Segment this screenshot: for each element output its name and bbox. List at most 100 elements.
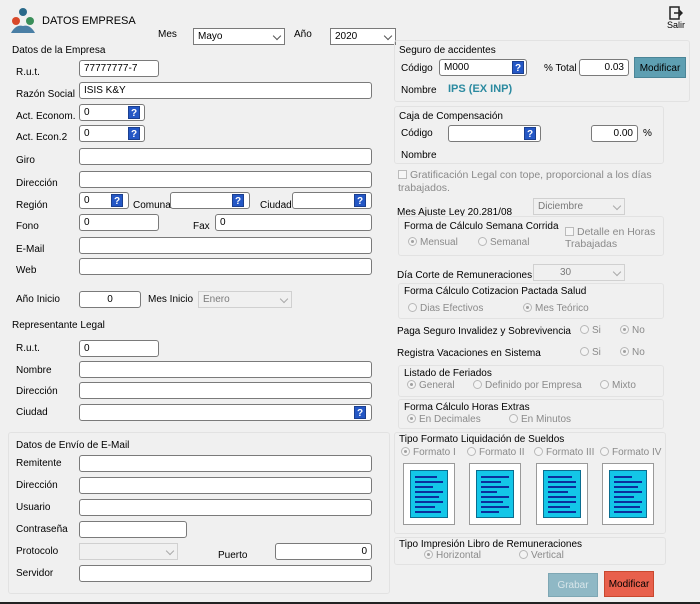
registra-no-label: No <box>632 347 645 358</box>
exit-button[interactable]: Salir <box>664 6 688 34</box>
caja-pct-input[interactable]: 0.00 <box>591 125 638 142</box>
detalle-horas-check-box <box>565 227 574 236</box>
radio-mes-teorico[interactable]: Mes Teórico <box>523 303 589 315</box>
radio-formato-1[interactable]: Formato I <box>401 447 456 459</box>
dia-corte-select[interactable]: 30 <box>533 264 625 281</box>
formato-3-preview-icon[interactable] <box>536 463 588 525</box>
servidor-input[interactable] <box>79 565 372 582</box>
act-econom-help-icon[interactable]: ? <box>128 106 140 119</box>
fax-input[interactable]: 0 <box>215 214 372 231</box>
radio-registra-no[interactable]: No <box>620 347 645 359</box>
radio-feriados-general[interactable]: General <box>407 380 455 392</box>
exit-door-icon <box>669 6 683 20</box>
libro-horizontal-label: Horizontal <box>436 550 482 561</box>
mes-select-value: Mayo <box>198 31 223 42</box>
envio-direccion-input[interactable] <box>79 477 372 494</box>
formato-2-preview-icon[interactable] <box>469 463 521 525</box>
grabar-button[interactable]: Grabar <box>548 573 598 597</box>
rep-rut-label: R.u.t. <box>16 343 40 354</box>
formato-4-preview-icon[interactable] <box>602 463 654 525</box>
radio-semanal[interactable]: Semanal <box>478 237 529 249</box>
direccion-label: Dirección <box>16 178 58 189</box>
radio-mensual[interactable]: Mensual <box>408 237 458 249</box>
remitente-label: Remitente <box>16 458 62 469</box>
seguro-pct-label: % Total <box>544 63 577 74</box>
ano-inicio-label: Año Inicio <box>16 294 60 305</box>
fono-label: Fono <box>16 221 39 232</box>
ano-select-value: 2020 <box>335 31 358 42</box>
puerto-input[interactable]: 0 <box>275 543 372 560</box>
rep-rut-input[interactable]: 0 <box>79 340 159 357</box>
radio-libro-horizontal[interactable]: Horizontal <box>424 550 481 562</box>
formato-2-label: Formato II <box>479 447 525 458</box>
usuario-input[interactable] <box>79 499 372 516</box>
radio-semanal-label: Semanal <box>490 237 530 248</box>
modificar-button[interactable]: Modificar <box>604 571 654 597</box>
rep-nombre-input[interactable] <box>79 361 372 378</box>
empresa-section-title: Datos de la Empresa <box>12 45 106 56</box>
protocolo-select[interactable] <box>79 543 178 560</box>
mes-select[interactable]: Mayo <box>193 28 285 45</box>
act-econ2-help-icon[interactable]: ? <box>128 127 140 140</box>
radio-registra-si[interactable]: Si <box>580 347 601 359</box>
comuna-label: Comuna <box>133 200 171 211</box>
caja-section-title: Caja de Compensación <box>399 111 503 122</box>
feriados-mixto-label: Mixto <box>612 380 636 391</box>
direccion-input[interactable] <box>79 171 372 188</box>
seguro-pct-input[interactable]: 0.03 <box>579 59 629 76</box>
radio-paga-seguro-no[interactable]: No <box>620 325 645 337</box>
radio-formato-4[interactable]: Formato IV <box>600 447 661 459</box>
rep-direccion-input[interactable] <box>79 382 372 399</box>
puerto-label: Puerto <box>218 550 248 561</box>
mes-ajuste-select[interactable]: Diciembre <box>533 198 625 215</box>
act-econ2-label: Act. Econ.2 <box>16 132 68 143</box>
seguro-nombre-value: IPS (EX INP) <box>448 83 513 95</box>
paga-seguro-label: Paga Seguro Invalidez y Sobrevivencia <box>397 326 571 337</box>
remitente-input[interactable] <box>79 455 372 472</box>
seguro-modificar-button[interactable]: Modificar <box>634 57 686 78</box>
horas-extras-title: Forma Cálculo Horas Extras <box>404 402 530 413</box>
radio-horas-decimales[interactable]: En Decimales <box>407 414 481 426</box>
razon-social-label: Razón Social <box>16 89 75 100</box>
detalle-horas-checkbox[interactable]: Detalle en Horas Trabajadas <box>565 226 665 250</box>
email-input[interactable] <box>79 237 372 254</box>
formato-1-preview-icon[interactable] <box>403 463 455 525</box>
paga-seguro-si-label: Si <box>592 325 601 336</box>
radio-dias-efectivos[interactable]: Dias Efectivos <box>408 303 483 315</box>
rep-ciudad-input[interactable] <box>79 404 372 421</box>
servidor-label: Servidor <box>16 568 54 579</box>
fono-input[interactable]: 0 <box>79 214 159 231</box>
ciudad-help-icon[interactable]: ? <box>354 194 366 207</box>
caja-codigo-label: Código <box>401 128 433 139</box>
ciudad-label: Ciudad <box>260 200 292 211</box>
radio-paga-seguro-si[interactable]: Si <box>580 325 601 337</box>
rep-ciudad-help-icon[interactable]: ? <box>354 406 366 419</box>
radio-formato-3[interactable]: Formato III <box>534 447 594 459</box>
rut-input[interactable]: 77777777-7 <box>79 60 159 77</box>
radio-horas-minutos[interactable]: En Minutos <box>509 414 571 426</box>
comuna-help-icon[interactable]: ? <box>232 194 244 207</box>
ano-select[interactable]: 2020 <box>330 28 396 45</box>
region-help-icon[interactable]: ? <box>111 194 123 207</box>
rut-label: R.u.t. <box>16 67 40 78</box>
mes-inicio-select[interactable]: Enero <box>198 291 292 308</box>
seguro-codigo-help-icon[interactable]: ? <box>512 61 524 74</box>
gratificacion-check-box <box>398 170 407 179</box>
web-label: Web <box>16 265 37 276</box>
caja-codigo-help-icon[interactable]: ? <box>524 127 536 140</box>
dia-corte-value: 30 <box>560 267 572 278</box>
gratificacion-checkbox[interactable]: Gratificación Legal con tope, proporcion… <box>398 169 668 195</box>
radio-libro-vertical[interactable]: Vertical <box>519 550 564 562</box>
radio-feriados-mixto[interactable]: Mixto <box>600 380 636 392</box>
radio-formato-2[interactable]: Formato II <box>467 447 525 459</box>
contrasena-input[interactable] <box>79 521 187 538</box>
radio-feriados-definido[interactable]: Definido por Empresa <box>473 380 582 392</box>
email-label: E-Mail <box>16 244 45 255</box>
window-title: DATOS EMPRESA <box>42 15 136 27</box>
web-input[interactable] <box>79 258 372 275</box>
formato-title: Tipo Formato Liquidación de Sueldos <box>399 434 565 445</box>
giro-input[interactable] <box>79 148 372 165</box>
razon-social-input[interactable]: ISIS K&Y <box>79 82 372 99</box>
ano-inicio-input[interactable]: 0 <box>79 291 141 308</box>
formato-4-label: Formato IV <box>612 447 662 458</box>
